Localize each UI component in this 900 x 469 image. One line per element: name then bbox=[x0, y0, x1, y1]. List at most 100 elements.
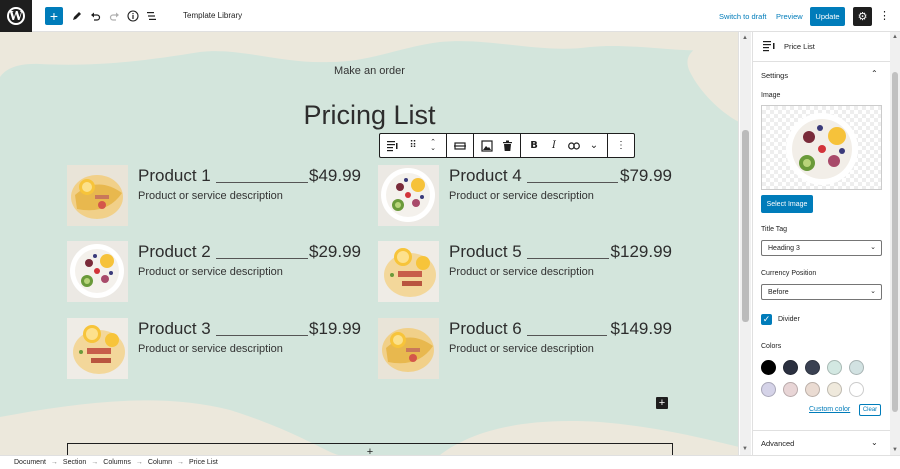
subtitle-text: Make an order bbox=[334, 65, 405, 77]
chevron-down-icon[interactable]: ⌄ bbox=[871, 438, 878, 447]
info-icon[interactable] bbox=[124, 7, 142, 25]
divider-checkbox[interactable]: ✓ bbox=[761, 314, 772, 325]
color-swatch[interactable] bbox=[849, 360, 864, 375]
currency-position-select[interactable]: Before ⌄ bbox=[761, 284, 882, 300]
price-item[interactable]: Product 4 $79.99 Product or service desc… bbox=[378, 165, 678, 227]
product-name[interactable]: Product 4 bbox=[449, 166, 522, 186]
product-description[interactable]: Product or service description bbox=[138, 343, 283, 355]
price-item[interactable]: Product 1 $49.99 Product or service desc… bbox=[67, 165, 367, 227]
clear-color-button[interactable]: Clear bbox=[859, 404, 881, 416]
replace-image-icon[interactable] bbox=[478, 137, 496, 155]
advanced-panel-title[interactable]: Advanced bbox=[761, 439, 794, 448]
more-format-chevron-down-icon[interactable]: ⌄ bbox=[585, 137, 603, 155]
breadcrumb-item[interactable]: Section bbox=[63, 459, 86, 466]
settings-panel-title[interactable]: Settings bbox=[761, 71, 788, 80]
delete-trash-icon[interactable] bbox=[498, 137, 516, 155]
product-image[interactable] bbox=[67, 165, 128, 226]
document-title[interactable]: Template Library bbox=[183, 11, 242, 20]
price-divider bbox=[527, 258, 609, 259]
switch-to-draft-button[interactable]: Switch to draft bbox=[719, 12, 767, 21]
sidebar-scrollbar[interactable]: ▲ ▼ bbox=[890, 32, 900, 455]
price-item[interactable]: Product 6 $149.99 Product or service des… bbox=[378, 318, 678, 380]
link-icon[interactable] bbox=[565, 137, 583, 155]
product-name[interactable]: Product 1 bbox=[138, 166, 211, 186]
canvas-scrollbar-thumb[interactable] bbox=[742, 130, 749, 322]
bold-icon[interactable]: B bbox=[525, 137, 543, 155]
product-image[interactable] bbox=[67, 241, 128, 302]
color-swatch[interactable] bbox=[761, 360, 776, 375]
product-price[interactable]: $129.99 bbox=[611, 242, 672, 262]
product-image[interactable] bbox=[67, 318, 128, 379]
update-button[interactable]: Update bbox=[810, 7, 845, 26]
product-image[interactable] bbox=[378, 165, 439, 226]
color-swatch[interactable] bbox=[849, 382, 864, 397]
top-toolbar: W + Template Library Switch to draft Pre… bbox=[0, 0, 900, 32]
preview-button[interactable]: Preview bbox=[776, 12, 803, 21]
product-image[interactable] bbox=[378, 318, 439, 379]
color-swatch[interactable] bbox=[761, 382, 776, 397]
block-inserter-plus-icon[interactable]: + bbox=[656, 397, 668, 409]
product-price[interactable]: $19.99 bbox=[309, 319, 361, 339]
breadcrumb-item[interactable]: Document bbox=[14, 459, 46, 466]
select-image-button[interactable]: Select Image bbox=[761, 195, 813, 213]
price-item[interactable]: Product 5 $129.99 Product or service des… bbox=[378, 241, 678, 303]
product-price[interactable]: $49.99 bbox=[309, 166, 361, 186]
breadcrumb-item[interactable]: Columns bbox=[103, 459, 131, 466]
product-name[interactable]: Product 2 bbox=[138, 242, 211, 262]
advanced-panel[interactable]: Advanced ⌄ bbox=[753, 430, 890, 455]
product-description[interactable]: Product or service description bbox=[449, 343, 594, 355]
product-description[interactable]: Product or service description bbox=[138, 266, 283, 278]
chevron-down-icon: ⌄ bbox=[870, 244, 876, 251]
italic-icon[interactable]: I bbox=[545, 137, 563, 155]
product-image[interactable] bbox=[378, 241, 439, 302]
move-up-down-icon[interactable]: ⌃ ⌄ bbox=[424, 137, 442, 155]
align-icon[interactable] bbox=[451, 137, 469, 155]
product-price[interactable]: $79.99 bbox=[620, 166, 672, 186]
redo-icon[interactable] bbox=[105, 7, 123, 25]
product-name[interactable]: Product 6 bbox=[449, 319, 522, 339]
color-swatch[interactable] bbox=[805, 360, 820, 375]
product-price[interactable]: $29.99 bbox=[309, 242, 361, 262]
product-description[interactable]: Product or service description bbox=[449, 266, 594, 278]
price-item[interactable]: Product 3 $19.99 Product or service desc… bbox=[67, 318, 367, 380]
product-price[interactable]: $149.99 bbox=[611, 319, 672, 339]
breadcrumb-item[interactable]: Price List bbox=[189, 459, 218, 466]
scroll-down-arrow-icon[interactable]: ▼ bbox=[892, 447, 898, 453]
currency-position-label: Currency Position bbox=[761, 270, 817, 277]
sidebar-scrollbar-thumb[interactable] bbox=[892, 72, 898, 412]
color-swatch[interactable] bbox=[805, 382, 820, 397]
chevron-up-icon[interactable]: ⌃ bbox=[871, 69, 878, 78]
scroll-up-arrow-icon[interactable]: ▲ bbox=[892, 34, 898, 40]
price-item[interactable]: Product 2 $29.99 Product or service desc… bbox=[67, 241, 367, 303]
block-appender-button[interactable]: + bbox=[67, 443, 673, 455]
block-name: Price List bbox=[784, 42, 815, 51]
canvas-scrollbar[interactable]: ▲ ▼ bbox=[740, 32, 751, 455]
breadcrumb-separator: → bbox=[50, 459, 58, 466]
product-description[interactable]: Product or service description bbox=[449, 190, 594, 202]
product-name[interactable]: Product 5 bbox=[449, 242, 522, 262]
color-swatch[interactable] bbox=[783, 382, 798, 397]
custom-color-button[interactable]: Custom color bbox=[809, 406, 850, 413]
undo-icon[interactable] bbox=[86, 7, 104, 25]
list-view-icon[interactable] bbox=[143, 7, 161, 25]
block-options-icon[interactable]: ⋮ bbox=[612, 137, 630, 155]
color-swatch[interactable] bbox=[827, 360, 842, 375]
image-preview[interactable] bbox=[761, 105, 882, 190]
pencil-tools-icon[interactable] bbox=[67, 7, 85, 25]
product-name[interactable]: Product 3 bbox=[138, 319, 211, 339]
add-block-button[interactable]: + bbox=[45, 7, 63, 25]
color-swatch[interactable] bbox=[783, 360, 798, 375]
product-description[interactable]: Product or service description bbox=[138, 190, 283, 202]
price-list-block-icon[interactable] bbox=[384, 137, 402, 155]
breadcrumb-item[interactable]: Column bbox=[148, 459, 172, 466]
page-title[interactable]: Pricing List bbox=[0, 100, 738, 131]
settings-gear-icon[interactable]: ⚙ bbox=[853, 7, 872, 26]
color-swatch[interactable] bbox=[827, 382, 842, 397]
wordpress-logo-icon[interactable]: W bbox=[0, 0, 32, 32]
drag-handle-icon[interactable]: ⠿ bbox=[404, 137, 422, 155]
scroll-up-arrow-icon[interactable]: ▲ bbox=[742, 35, 748, 41]
title-tag-select[interactable]: Heading 3 ⌄ bbox=[761, 240, 882, 256]
scroll-down-arrow-icon[interactable]: ▼ bbox=[742, 446, 748, 452]
more-options-icon[interactable]: ⋮ bbox=[879, 9, 890, 22]
divider-label[interactable]: Divider bbox=[778, 316, 800, 323]
